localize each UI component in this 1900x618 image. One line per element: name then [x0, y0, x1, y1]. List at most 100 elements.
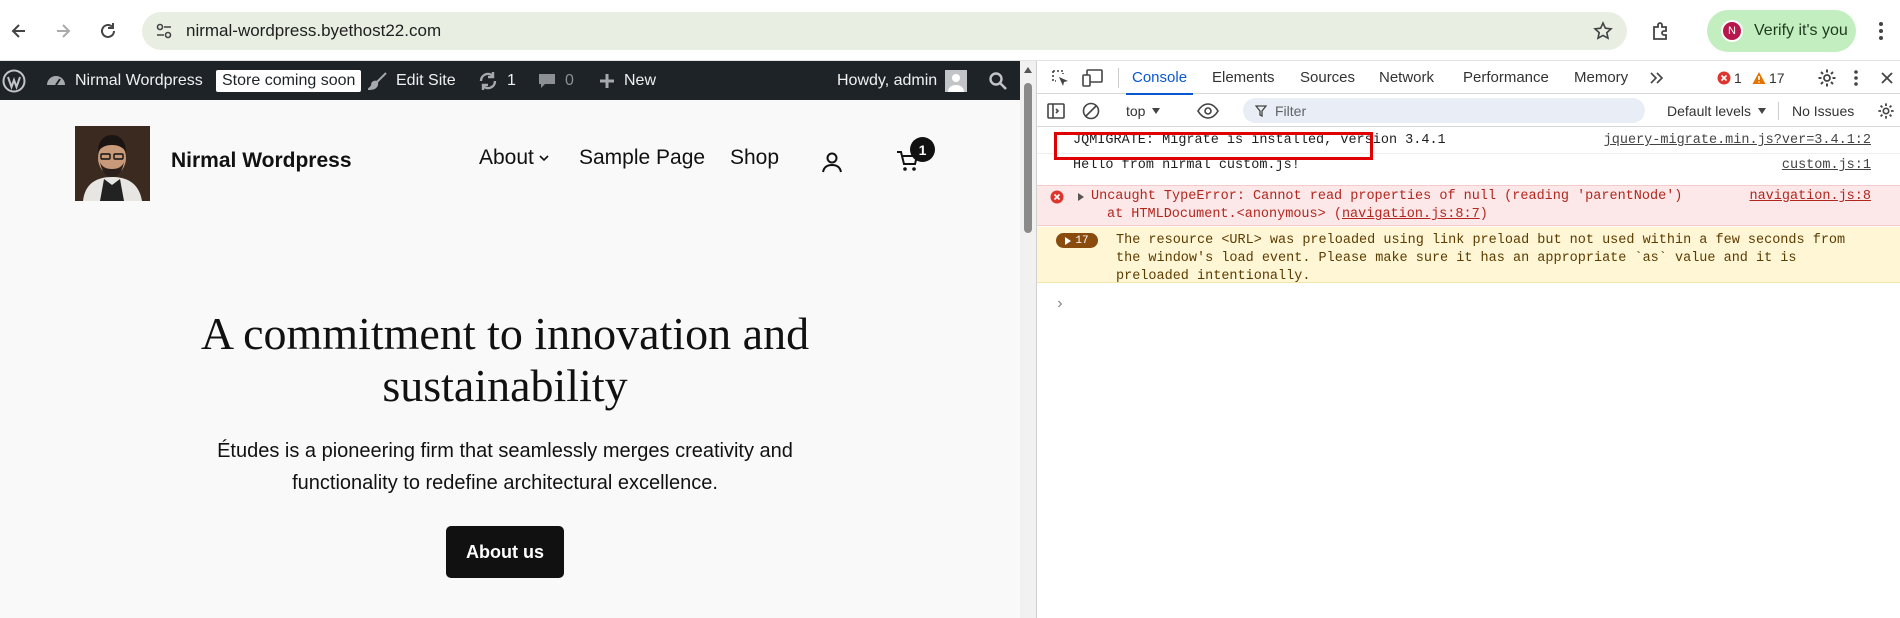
- live-expression-button[interactable]: [1197, 94, 1219, 127]
- cart-button[interactable]: 1: [896, 137, 935, 173]
- gear-icon: [1818, 69, 1836, 86]
- new-content-link[interactable]: New: [598, 61, 656, 100]
- stack-frame-suffix: ): [1479, 207, 1488, 222]
- kebab-menu-icon: [1879, 22, 1883, 40]
- bookmark-star-icon[interactable]: [1593, 21, 1613, 41]
- warning-triangle-icon: [1752, 71, 1766, 84]
- warning-text-line2: the window's load event. Please make sur…: [1116, 251, 1797, 266]
- devtools-tab-bar: Console Elements Sources Network Perform…: [1037, 61, 1900, 95]
- back-button[interactable]: [0, 12, 38, 50]
- context-selector[interactable]: top: [1126, 94, 1161, 127]
- devtools-panel: Console Elements Sources Network Perform…: [1036, 61, 1900, 618]
- tab-elements[interactable]: Elements: [1212, 61, 1275, 94]
- nav-about[interactable]: About: [479, 146, 550, 170]
- admin-search-button[interactable]: [988, 61, 1008, 100]
- issues-button[interactable]: No Issues: [1792, 94, 1854, 127]
- toolbar-divider: [1778, 102, 1779, 120]
- inspect-element-button[interactable]: [1050, 61, 1070, 94]
- eye-icon: [1197, 102, 1219, 119]
- stack-frame-prefix: at HTMLDocument.<anonymous> (: [1107, 207, 1342, 222]
- stack-frame-link[interactable]: navigation.js:8:7: [1342, 207, 1480, 222]
- nav-about-label: About: [479, 146, 534, 169]
- device-icon: [1082, 68, 1103, 87]
- warning-text-line3: preloaded intentionally.: [1116, 269, 1311, 284]
- block-icon: [1082, 102, 1100, 119]
- devtools-menu-button[interactable]: [1853, 61, 1859, 94]
- console-message-warning: 17 The resource <URL> was preloaded usin…: [1037, 227, 1900, 284]
- sidebar-toggle-button[interactable]: [1047, 94, 1065, 127]
- devtools-settings-button[interactable]: [1817, 61, 1837, 94]
- warning-count: 17: [1769, 69, 1785, 86]
- clear-console-button[interactable]: [1082, 94, 1100, 127]
- console-filter-input[interactable]: Filter: [1243, 98, 1645, 123]
- account-button[interactable]: [820, 150, 844, 174]
- howdy-label: Howdy, admin: [837, 71, 938, 89]
- expand-triangle-icon[interactable]: [1077, 192, 1085, 202]
- scrollbar-thumb[interactable]: [1024, 83, 1032, 233]
- comment-icon: [539, 73, 555, 88]
- search-icon: [989, 71, 1007, 90]
- hero-text-content: Études is a pioneering firm that seamles…: [217, 440, 793, 494]
- browser-menu-button[interactable]: [1862, 12, 1900, 50]
- kebab-menu-icon: [1854, 69, 1858, 86]
- web-page: Nirmal Wordpress Store coming soon Edit …: [0, 61, 1020, 618]
- inspect-icon: [1052, 69, 1068, 86]
- caret-down-icon: [1152, 107, 1161, 114]
- site-info-icon[interactable]: [155, 22, 173, 40]
- address-bar[interactable]: nirmal-wordpress.byethost22.com: [142, 12, 1627, 50]
- page-scrollbar[interactable]: [1020, 61, 1036, 618]
- highlight-box: [1054, 132, 1373, 160]
- reload-icon: [101, 23, 115, 38]
- puzzle-icon: [1653, 22, 1667, 40]
- account-menu[interactable]: Howdy, admin: [837, 61, 968, 100]
- user-icon: [822, 152, 842, 173]
- device-toolbar-button[interactable]: [1082, 61, 1104, 94]
- avatar: N: [1721, 20, 1743, 42]
- admin-site-link[interactable]: Nirmal Wordpress: [45, 61, 203, 100]
- gear-icon: [1878, 102, 1894, 119]
- wp-logo-button[interactable]: [0, 61, 28, 100]
- tab-sources[interactable]: Sources: [1300, 61, 1355, 94]
- hero-text: Études is a pioneering firm that seamles…: [0, 435, 1010, 499]
- reload-button[interactable]: [89, 12, 127, 50]
- extensions-button[interactable]: [1642, 12, 1680, 50]
- more-tabs-button[interactable]: [1649, 61, 1665, 94]
- new-label: New: [624, 71, 657, 89]
- arrow-left-icon: [11, 24, 25, 38]
- hero-title-text: A commitment to innovation and sustainab…: [200, 308, 810, 411]
- error-circle-icon: [1050, 190, 1064, 204]
- message-source-link[interactable]: custom.js:1: [1782, 158, 1871, 173]
- scroll-up-arrow-icon[interactable]: [1024, 67, 1032, 73]
- tab-performance[interactable]: Performance: [1463, 61, 1549, 94]
- message-source-link[interactable]: jquery-migrate.min.js?ver=3.4.1:2: [1604, 133, 1871, 148]
- log-levels-dropdown[interactable]: Default levels: [1667, 94, 1767, 127]
- site-title[interactable]: Nirmal Wordpress: [171, 149, 352, 173]
- url-text: nirmal-wordpress.byethost22.com: [186, 21, 442, 40]
- updates-link[interactable]: 1: [477, 61, 516, 100]
- error-source-link[interactable]: navigation.js:8: [1749, 189, 1871, 204]
- console-prompt[interactable]: ›: [1037, 295, 1900, 315]
- cart-count-badge: 1: [910, 137, 935, 162]
- about-us-button[interactable]: About us: [446, 526, 564, 578]
- error-counter[interactable]: 1: [1717, 61, 1742, 94]
- store-badge-link[interactable]: Store coming soon: [216, 61, 362, 100]
- verify-profile-button[interactable]: N Verify it's you: [1707, 10, 1856, 52]
- edit-site-link[interactable]: Edit Site: [368, 61, 456, 100]
- admin-site-name: Nirmal Wordpress: [75, 71, 203, 89]
- nav-shop[interactable]: Shop: [730, 146, 779, 170]
- repeat-count-badge[interactable]: 17: [1056, 233, 1098, 248]
- browser-toolbar: nirmal-wordpress.byethost22.com N Verify…: [0, 0, 1900, 61]
- site-logo[interactable]: [75, 126, 150, 201]
- context-label: top: [1126, 102, 1146, 119]
- tab-memory[interactable]: Memory: [1574, 61, 1628, 94]
- devtools-close-button[interactable]: [1880, 61, 1894, 94]
- comments-link[interactable]: 0: [537, 61, 574, 100]
- nav-sample-page[interactable]: Sample Page: [579, 146, 705, 170]
- updates-count: 1: [507, 71, 516, 89]
- arrow-right-icon: [57, 24, 71, 38]
- warning-counter[interactable]: 17: [1752, 61, 1785, 94]
- forward-button[interactable]: [44, 12, 82, 50]
- console-settings-button[interactable]: [1877, 94, 1895, 127]
- tab-console[interactable]: Console: [1125, 61, 1194, 95]
- tab-network[interactable]: Network: [1379, 61, 1434, 94]
